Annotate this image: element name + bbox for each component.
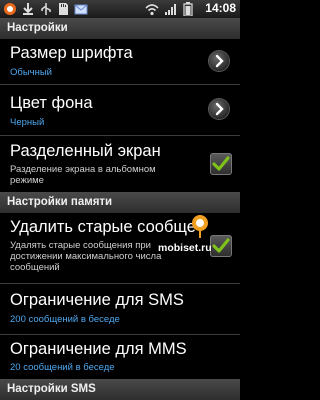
- setting-bg-color[interactable]: Цвет фона Черный: [0, 85, 240, 135]
- item-summary: Разделение экрана в альбомном режиме: [10, 164, 156, 186]
- status-time: 14:08: [205, 1, 236, 15]
- item-title: Ограничение для MMS: [10, 340, 187, 358]
- wifi-icon: [145, 4, 159, 16]
- setting-sms-limit[interactable]: Ограничение для SMS 200 сообщений в бесе…: [0, 284, 240, 334]
- item-summary: Обычный: [10, 67, 52, 78]
- section-header-settings: Настройки: [0, 18, 240, 39]
- item-title: Размер шрифта: [10, 44, 133, 62]
- status-bar: 14:08: [0, 0, 240, 18]
- sd-card-icon: [59, 3, 68, 15]
- setting-split-screen[interactable]: Разделенный экран Разделение экрана в ал…: [0, 136, 240, 192]
- signal-icon: [165, 4, 176, 15]
- item-summary: 20 сообщений в беседе: [10, 362, 115, 373]
- watermark-text: mobiset.ru: [158, 242, 212, 254]
- item-title: Цвет фона: [10, 94, 93, 112]
- item-summary: Черный: [10, 117, 45, 128]
- mail-icon: [74, 4, 88, 15]
- chevron-right-icon: [209, 51, 229, 71]
- delete-old-checkbox[interactable]: [210, 235, 232, 257]
- watermark-logo-icon: [192, 215, 208, 238]
- item-summary: 200 сообщений в беседе: [10, 314, 120, 325]
- item-title: Удалить старые сообще: [10, 218, 196, 236]
- battery-icon: [183, 2, 193, 16]
- item-title: Разделенный экран: [10, 142, 161, 160]
- section-header-sms: Настройки SMS: [0, 379, 240, 400]
- split-screen-checkbox[interactable]: [210, 153, 232, 175]
- setting-font-size[interactable]: Размер шрифта Обычный: [0, 39, 240, 83]
- section-header-memory: Настройки памяти: [0, 192, 240, 213]
- setting-mms-limit[interactable]: Ограничение для MMS 20 сообщений в бесед…: [0, 335, 240, 379]
- notification-icon: [4, 3, 16, 15]
- download-icon: [23, 3, 33, 15]
- chevron-right-icon: [209, 99, 229, 119]
- usb-icon: [41, 3, 51, 15]
- item-title: Ограничение для SMS: [10, 291, 184, 309]
